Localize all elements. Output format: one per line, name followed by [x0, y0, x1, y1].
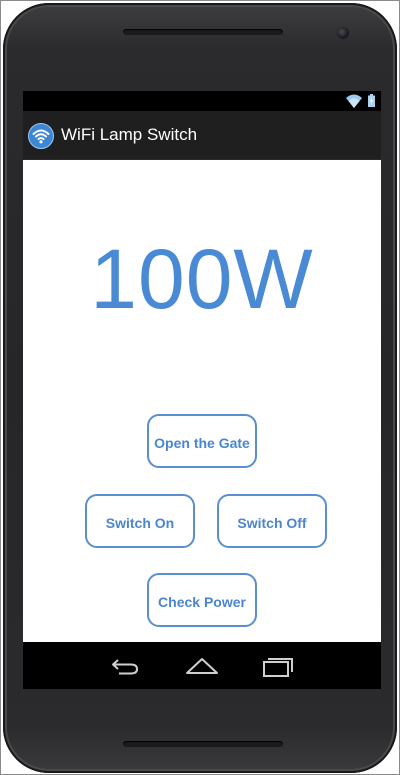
back-icon[interactable]: [109, 653, 143, 679]
open-gate-button[interactable]: Open the Gate: [147, 414, 257, 468]
navigation-bar: [23, 643, 381, 689]
power-reading: 100W: [90, 232, 314, 326]
main-content: 100W Open the Gate Switch On Switch Off …: [23, 160, 381, 642]
action-bar: WiFi Lamp Switch: [23, 111, 381, 160]
earpiece-speaker: [123, 29, 283, 35]
phone-body: WiFi Lamp Switch 100W Open the Gate Swit…: [3, 3, 397, 773]
status-bar: [23, 91, 381, 111]
wifi-icon: [28, 123, 54, 149]
switch-off-button[interactable]: Switch Off: [217, 494, 327, 548]
home-icon[interactable]: [185, 653, 219, 679]
battery-icon: [368, 94, 375, 107]
switch-on-button[interactable]: Switch On: [85, 494, 195, 548]
device-screen: WiFi Lamp Switch 100W Open the Gate Swit…: [23, 91, 381, 689]
wifi-signal-icon: [346, 94, 362, 108]
front-camera: [337, 27, 349, 39]
recent-apps-icon[interactable]: [261, 653, 295, 679]
app-title: WiFi Lamp Switch: [61, 125, 198, 144]
screenshot-frame: WiFi Lamp Switch 100W Open the Gate Swit…: [0, 0, 400, 775]
bottom-speaker: [123, 741, 283, 747]
check-power-button[interactable]: Check Power: [147, 573, 257, 627]
